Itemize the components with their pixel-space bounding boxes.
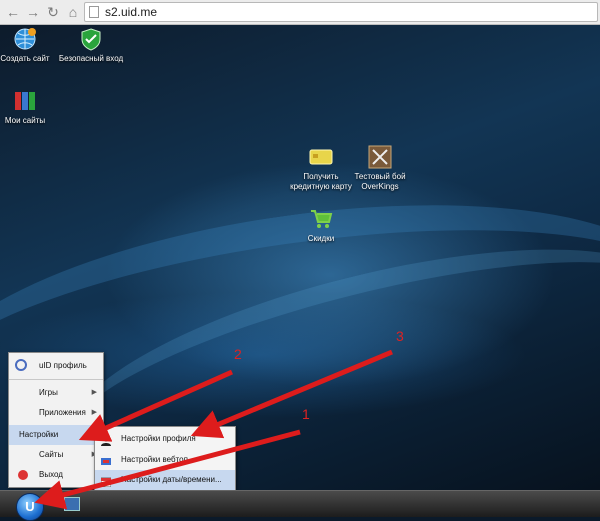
desktop-icon-label: Создать сайт bbox=[0, 54, 50, 63]
browser-toolbar: ← → ↻ ⌂ s2.uid.me bbox=[0, 0, 600, 25]
crossed-swords-icon bbox=[368, 145, 392, 169]
submenu-item-label: Настройки вебтоп bbox=[121, 455, 188, 464]
desktop-icon-secure-login[interactable]: Безопасный вход bbox=[54, 27, 128, 64]
menu-item-label: Настройки bbox=[19, 430, 59, 439]
annotation-label-3: 3 bbox=[396, 328, 404, 344]
annotation-label-2: 2 bbox=[234, 346, 242, 362]
arrow-left-icon[interactable]: ← bbox=[4, 3, 22, 21]
desktop-icon-label: Тестовый бой OverKings bbox=[354, 172, 406, 191]
annotation-label-1: 1 bbox=[302, 406, 310, 422]
submenu-item-profile-settings[interactable]: Настройки профиля bbox=[95, 429, 235, 449]
start-button[interactable]: U bbox=[16, 493, 44, 521]
arrow-right-icon[interactable]: → bbox=[24, 3, 42, 21]
home-icon[interactable]: ⌂ bbox=[64, 3, 82, 21]
desktop-icon-create-site[interactable]: Создать сайт bbox=[0, 27, 62, 64]
calendar-icon bbox=[100, 475, 112, 488]
globe-create-icon bbox=[13, 27, 37, 51]
chevron-right-icon: ▶ bbox=[91, 409, 97, 416]
reload-icon[interactable]: ↻ bbox=[44, 3, 62, 21]
menu-item-label: Игры bbox=[39, 388, 58, 397]
page-icon bbox=[89, 6, 99, 18]
desktop-icon-overkings[interactable]: Тестовый бой OverKings bbox=[343, 145, 417, 192]
exit-icon bbox=[18, 470, 28, 480]
shield-check-icon bbox=[79, 27, 103, 51]
address-url: s2.uid.me bbox=[105, 5, 158, 19]
chevron-right-icon: ▶ bbox=[91, 389, 97, 396]
taskbar-window-icon[interactable] bbox=[64, 497, 80, 511]
address-bar[interactable]: s2.uid.me bbox=[84, 2, 598, 22]
settings-submenu: Настройки профиля Настройки вебтоп Настр… bbox=[94, 426, 236, 492]
menu-item-exit[interactable]: Выход bbox=[9, 465, 103, 485]
taskbar: U bbox=[0, 490, 600, 521]
start-menu: uID профиль Игры ▶ Приложения ▶ Настройк… bbox=[8, 352, 104, 488]
submenu-item-label: Настройки даты/времени... bbox=[121, 475, 222, 484]
submenu-item-webtop-settings[interactable]: Настройки вебтоп bbox=[95, 450, 235, 470]
submenu-item-label: Настройки профиля bbox=[121, 434, 196, 443]
desktop-icon-label: Скидки bbox=[307, 234, 335, 243]
menu-item-apps[interactable]: Приложения ▶ bbox=[9, 403, 103, 423]
cart-icon bbox=[309, 207, 333, 231]
start-menu-header-label: uID профиль bbox=[39, 361, 87, 370]
desktop-icon-discounts[interactable]: Скидки bbox=[284, 207, 358, 244]
menu-item-sites[interactable]: Сайты ▶ bbox=[9, 445, 103, 465]
start-menu-header[interactable]: uID профиль bbox=[9, 353, 103, 380]
menu-item-label: Сайты bbox=[39, 450, 64, 459]
menu-item-label: Приложения bbox=[39, 408, 86, 417]
user-icon bbox=[101, 434, 111, 446]
submenu-item-datetime-settings[interactable]: Настройки даты/времени... bbox=[95, 470, 235, 490]
desktop-settings-icon bbox=[101, 455, 111, 465]
desktop-icon-label: Мои сайты bbox=[4, 116, 46, 125]
uid-profile-icon bbox=[15, 359, 27, 371]
desktop-icon-my-sites[interactable]: Мои сайты bbox=[0, 89, 62, 126]
credit-card-icon bbox=[309, 145, 333, 169]
desktop-icon-label: Безопасный вход bbox=[58, 54, 124, 63]
menu-item-label: Выход bbox=[39, 470, 63, 479]
menu-item-games[interactable]: Игры ▶ bbox=[9, 383, 103, 403]
books-icon bbox=[13, 89, 37, 113]
menu-item-settings[interactable]: Настройки ▶ bbox=[9, 425, 103, 445]
